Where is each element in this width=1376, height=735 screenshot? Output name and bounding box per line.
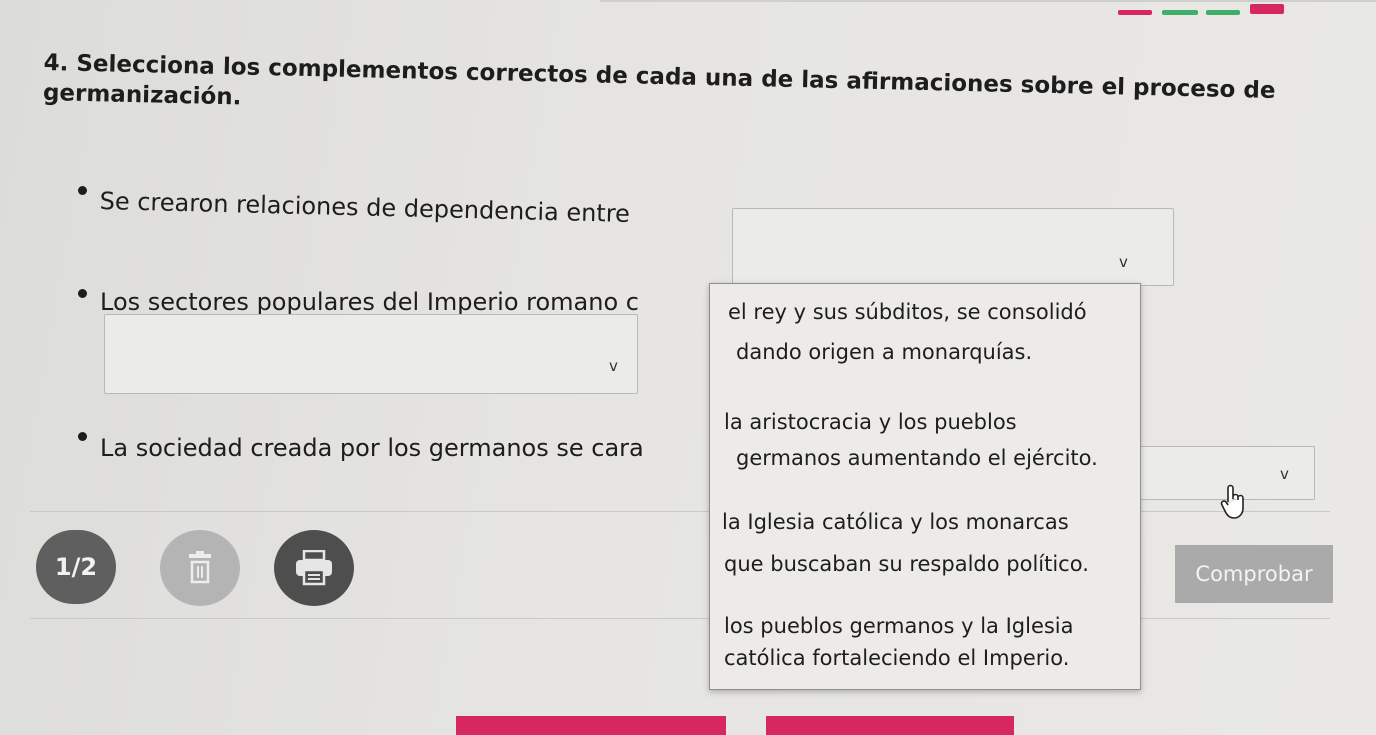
option-4-line1: los pueblos germanos y la Iglesia xyxy=(724,614,1074,638)
dropdown-option-1[interactable]: el rey y sus súbditos, se consolidó dand… xyxy=(728,296,1138,368)
printer-icon xyxy=(296,550,332,586)
option-3-line1: la Iglesia católica y los monarcas xyxy=(722,510,1069,534)
bottom-bar-right xyxy=(766,716,1014,735)
chevron-down-icon: v xyxy=(1119,253,1128,271)
progress-segment xyxy=(1206,10,1240,15)
bullet xyxy=(78,432,87,441)
dropdown-option-3[interactable]: la Iglesia católica y los monarcas que b… xyxy=(722,506,1132,580)
dropdown-option-2[interactable]: la aristocracia y los pueblos germanos a… xyxy=(724,406,1134,474)
question-title: 4. Selecciona los complementos correctos… xyxy=(43,48,1334,137)
option-1-line2: dando origen a monarquías. xyxy=(736,340,1033,364)
bullet xyxy=(78,289,87,298)
statement-1-text: Se crearon relaciones de dependencia ent… xyxy=(99,187,631,228)
progress-segment xyxy=(1118,10,1152,15)
bottom-bar-left xyxy=(456,716,726,735)
chevron-down-icon: v xyxy=(609,357,618,375)
statement-3-text: La sociedad creada por los germanos se c… xyxy=(100,434,644,462)
statement-2-select[interactable]: v xyxy=(104,314,638,394)
page-counter-label: 1/2 xyxy=(54,553,98,581)
progress-segment xyxy=(1250,4,1284,14)
bullet xyxy=(78,186,87,195)
statement-2-text: Los sectores populares del Imperio roman… xyxy=(100,288,639,316)
option-1-line1: el rey y sus súbditos, se consolidó xyxy=(728,300,1087,324)
hand-pointer-icon xyxy=(1220,484,1248,524)
option-2-line1: la aristocracia y los pueblos xyxy=(724,410,1017,434)
option-4-line2: católica fortaleciendo el Imperio. xyxy=(724,646,1070,670)
dropdown-option-4[interactable]: los pueblos germanos y la Iglesia católi… xyxy=(724,610,1134,674)
chevron-down-icon: v xyxy=(1280,465,1289,483)
top-divider xyxy=(600,0,1376,2)
delete-button[interactable] xyxy=(160,530,240,606)
statement-1-select[interactable]: v xyxy=(732,208,1174,286)
options-dropdown[interactable]: el rey y sus súbditos, se consolidó dand… xyxy=(709,283,1141,690)
print-button[interactable] xyxy=(274,530,354,606)
option-2-line2: germanos aumentando el ejército. xyxy=(736,446,1098,470)
progress-segment xyxy=(1162,10,1198,15)
option-3-line2: que buscaban su respaldo político. xyxy=(724,552,1089,576)
check-button[interactable]: Comprobar xyxy=(1175,545,1333,603)
trash-icon xyxy=(189,551,211,584)
page-counter: 1/2 xyxy=(36,530,116,604)
check-button-label: Comprobar xyxy=(1195,562,1313,586)
